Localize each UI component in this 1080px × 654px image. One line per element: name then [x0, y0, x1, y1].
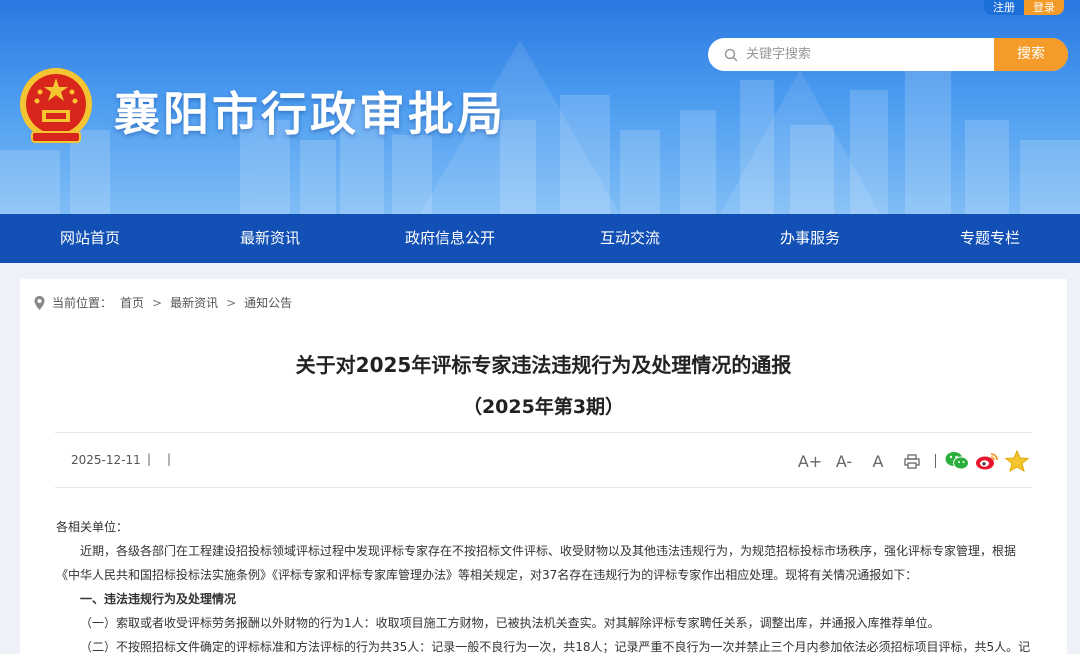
- article-title: 关于对2025年评标专家违法违规行为及处理情况的通报: [295, 353, 792, 377]
- breadcrumb-home[interactable]: 首页: [120, 294, 144, 311]
- print-button[interactable]: [895, 447, 929, 475]
- register-link[interactable]: 注册: [984, 0, 1024, 15]
- breadcrumb-prefix: 当前位置：: [52, 296, 113, 310]
- section-heading: 一、违法违规行为及处理情况: [80, 592, 237, 606]
- search-button[interactable]: 搜索: [994, 38, 1068, 71]
- share-weibo-button[interactable]: [972, 447, 1002, 475]
- header-banner: 襄阳市行政审批局 注册 登录 搜索: [0, 0, 1080, 214]
- body-paragraph: （二）不按照招标文件确定的评标标准和方法评标的行为共35人：记录一般不良行为一次…: [80, 640, 1031, 654]
- login-link[interactable]: 登录: [1024, 0, 1064, 15]
- auth-links: 注册 登录: [984, 0, 1064, 15]
- share-wechat-button[interactable]: [942, 447, 972, 475]
- national-emblem: [20, 68, 92, 143]
- site-title: 襄阳市行政审批局: [114, 87, 506, 141]
- star-icon: [1005, 450, 1029, 472]
- main-nav: 网站首页 最新资讯 政府信息公开 互动交流 办事服务 专题专栏: [0, 214, 1080, 263]
- nav-item-gov-info[interactable]: 政府信息公开: [360, 214, 540, 263]
- breadcrumb-news[interactable]: 最新资讯: [170, 294, 218, 311]
- location-pin-icon: [34, 295, 45, 310]
- search-box: 搜索: [708, 38, 1068, 71]
- search-icon: [724, 48, 738, 62]
- article-body: 各相关单位： 近期，各级各部门在工程建设招投标领域评标过程中发现评标专家存在不按…: [56, 515, 1036, 654]
- meta-divider: |: [167, 452, 172, 466]
- weibo-icon: [976, 453, 998, 470]
- article-tools: A+ A- A: [793, 447, 1032, 475]
- publish-date: 2025-12-11: [71, 453, 141, 467]
- breadcrumb: 当前位置： 首页 > 最新资讯 > 通知公告: [34, 294, 292, 311]
- article-meta-bar: 2025-12-11 | | A+ A- A: [55, 432, 1032, 488]
- font-enlarge-button[interactable]: A+: [793, 447, 827, 475]
- breadcrumb-notices[interactable]: 通知公告: [244, 294, 292, 311]
- printer-icon: [904, 453, 920, 469]
- nav-item-interaction[interactable]: 互动交流: [540, 214, 720, 263]
- font-reset-button[interactable]: A: [861, 447, 895, 475]
- body-paragraph: 《中华人民共和国招标投标法实施条例》《评标专家和评标专家库管理办法》等相关规定，…: [56, 568, 918, 582]
- font-shrink-button[interactable]: A-: [827, 447, 861, 475]
- tools-divider: [935, 454, 936, 468]
- breadcrumb-separator: >: [226, 295, 237, 310]
- search-input[interactable]: [738, 38, 994, 71]
- article-subtitle: （2025年第3期）: [462, 396, 625, 418]
- article-card: 当前位置： 首页 > 最新资讯 > 通知公告 关于对2025年评标专家违法违规行…: [20, 279, 1067, 654]
- meta-divider: |: [147, 452, 152, 466]
- nav-item-home[interactable]: 网站首页: [0, 214, 180, 263]
- body-paragraph: 近期，各级各部门在工程建设招投标领域评标过程中发现评标专家存在不按招标文件评标、…: [80, 544, 1017, 558]
- wechat-icon: [945, 452, 969, 470]
- breadcrumb-separator: >: [152, 295, 163, 310]
- body-paragraph: （一）索取或者收受评标劳务报酬以外财物的行为1人：收取项目施工方财物，已被执法机…: [80, 616, 940, 630]
- salutation: 各相关单位：: [56, 520, 129, 534]
- favorite-button[interactable]: [1002, 447, 1032, 475]
- nav-item-news[interactable]: 最新资讯: [180, 214, 360, 263]
- nav-item-services[interactable]: 办事服务: [720, 214, 900, 263]
- nav-item-topics[interactable]: 专题专栏: [900, 214, 1080, 263]
